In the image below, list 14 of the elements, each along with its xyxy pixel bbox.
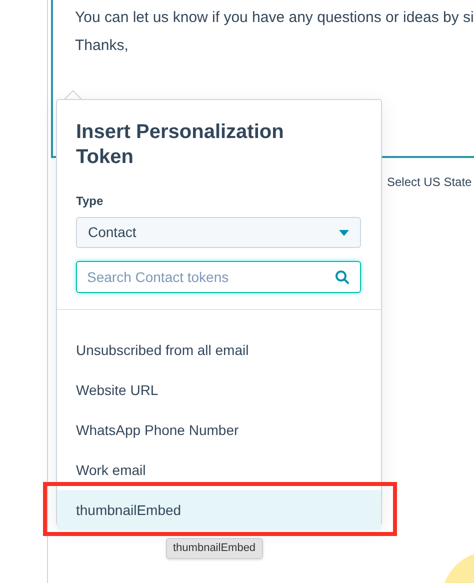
search-field[interactable]: Search Contact tokens [76, 261, 361, 293]
token-option[interactable]: Work email [57, 450, 381, 490]
email-text: Thanks, [75, 36, 130, 56]
token-option[interactable]: WhatsApp Phone Number [57, 410, 381, 450]
tooltip: thumbnailEmbed [166, 538, 263, 558]
token-option[interactable]: Website URL [57, 370, 381, 410]
email-text: You can let us know if you have any questions or ideas by si [75, 8, 474, 28]
search-icon [335, 270, 349, 284]
type-select[interactable]: Contact [76, 217, 361, 248]
token-option[interactable]: Unsubscribed from all email [57, 330, 381, 370]
type-label: Type [76, 193, 104, 210]
caret-icon [339, 230, 349, 236]
token-option[interactable]: thumbnailEmbed [57, 490, 381, 530]
field-label: Select US State [387, 174, 472, 191]
